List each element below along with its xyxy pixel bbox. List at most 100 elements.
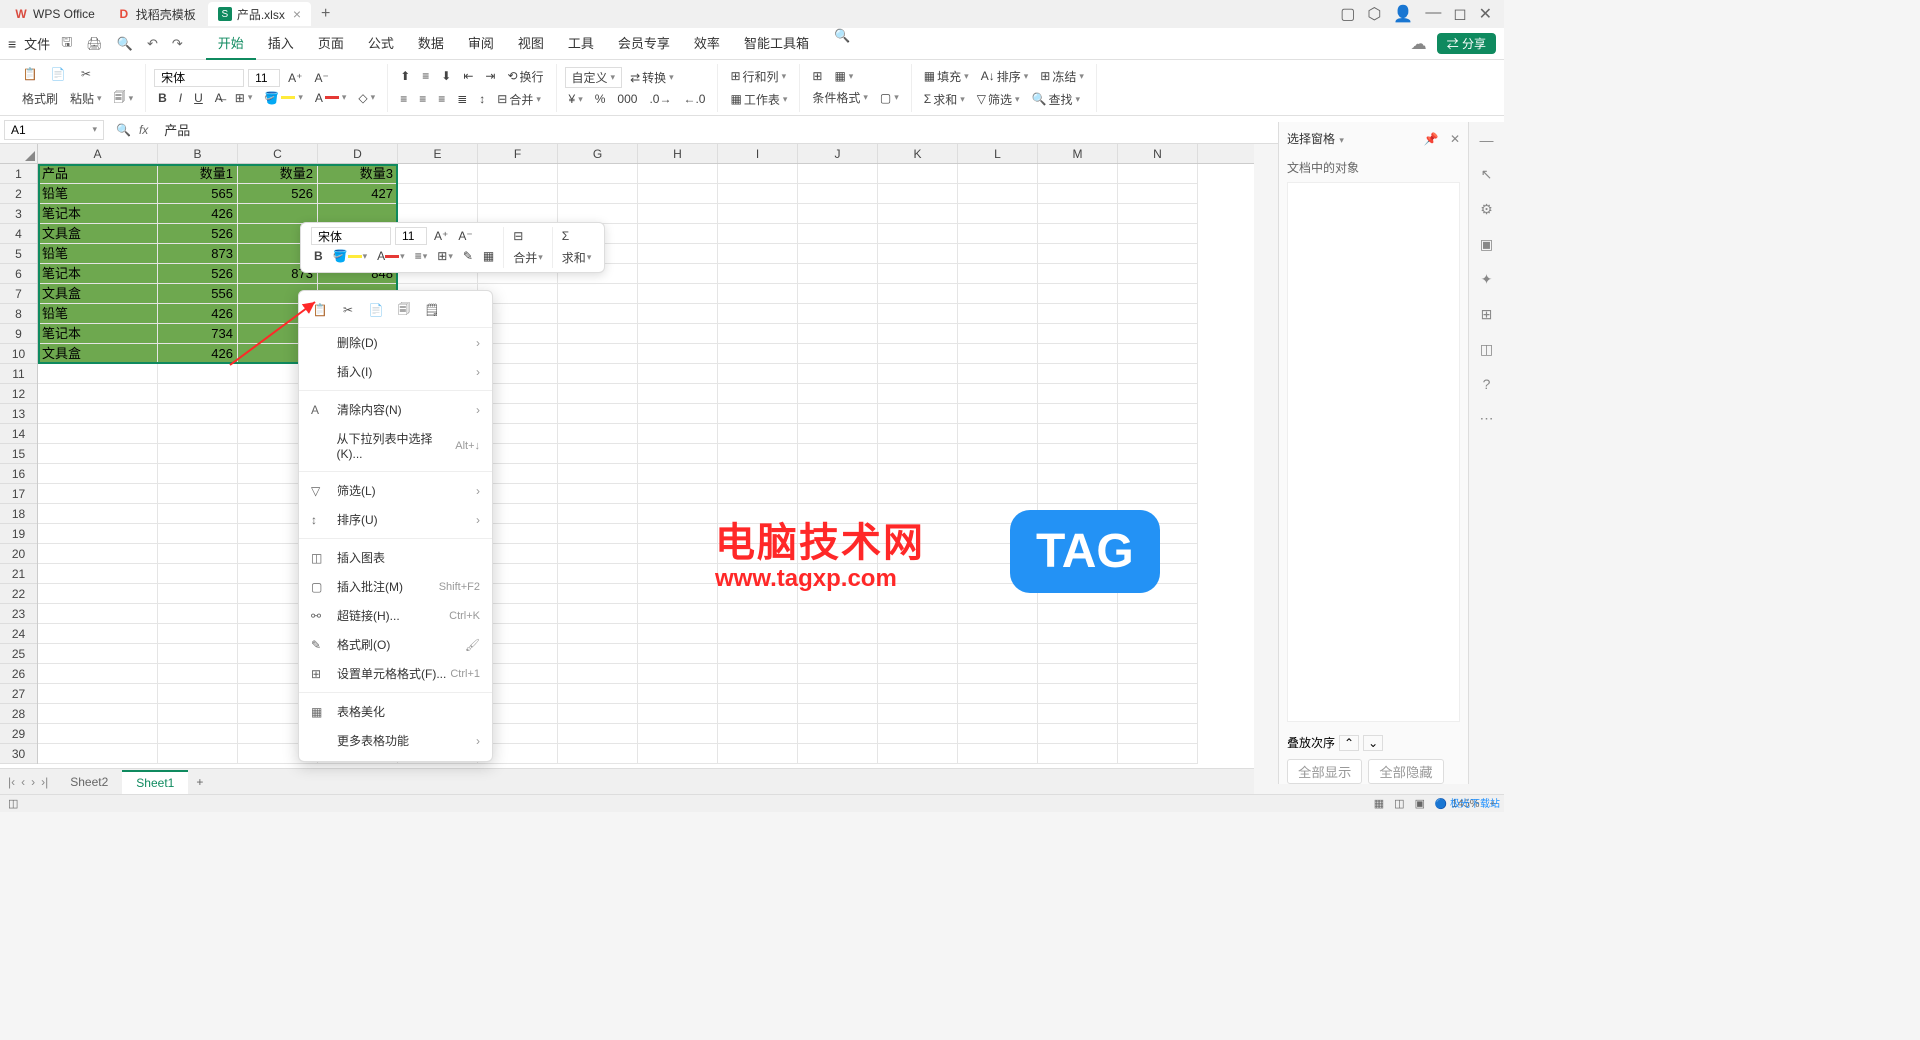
sheet-first-icon[interactable]: |‹ (8, 775, 15, 789)
cell[interactable] (1118, 504, 1198, 524)
find-button[interactable]: 🔍 查找▾ (1028, 89, 1085, 110)
cell[interactable] (958, 304, 1038, 324)
cell[interactable] (638, 304, 718, 324)
mini-font-select[interactable] (311, 227, 391, 245)
cell[interactable] (958, 184, 1038, 204)
ctx-paste-values-icon[interactable]: 🗒 (423, 301, 441, 319)
cell[interactable]: 427 (318, 184, 398, 204)
sheet-next-icon[interactable]: › (31, 775, 35, 789)
cell[interactable] (158, 524, 238, 544)
cell[interactable] (958, 704, 1038, 724)
cell[interactable]: 文具盒 (38, 344, 158, 364)
mini-size-select[interactable] (395, 227, 427, 245)
cell[interactable] (1038, 324, 1118, 344)
cell[interactable] (158, 544, 238, 564)
cell[interactable] (1038, 604, 1118, 624)
cell[interactable] (1118, 444, 1198, 464)
increase-font-button[interactable]: A⁺ (284, 69, 306, 87)
rows-cols-button[interactable]: ⊞ 行和列▾ (726, 66, 790, 87)
cell[interactable] (558, 364, 638, 384)
cut-button[interactable]: ✂ (74, 64, 98, 84)
tab-page[interactable]: 页面 (306, 28, 356, 60)
row-header[interactable]: 1 (0, 164, 37, 184)
strike-button[interactable]: A̶ (211, 89, 227, 107)
mini-sum-button[interactable]: Σ (559, 227, 595, 245)
cell[interactable] (558, 464, 638, 484)
cell[interactable] (878, 364, 958, 384)
ctx-menu-item[interactable]: ▽筛选(L)› (299, 476, 492, 505)
cell[interactable] (958, 384, 1038, 404)
cell[interactable] (558, 664, 638, 684)
cell[interactable] (1038, 304, 1118, 324)
cell[interactable] (958, 744, 1038, 764)
ctx-menu-item[interactable]: 更多表格功能› (299, 726, 492, 755)
cell[interactable] (638, 484, 718, 504)
cell[interactable]: 产品 (38, 164, 158, 184)
cell[interactable] (718, 304, 798, 324)
col-header[interactable]: D (318, 144, 398, 163)
cell[interactable] (558, 644, 638, 664)
cell[interactable] (558, 384, 638, 404)
cell[interactable] (878, 624, 958, 644)
cell[interactable] (958, 264, 1038, 284)
cell[interactable] (798, 344, 878, 364)
cell[interactable] (158, 704, 238, 724)
cell[interactable] (878, 644, 958, 664)
tab-insert[interactable]: 插入 (256, 28, 306, 60)
row-header[interactable]: 19 (0, 524, 37, 544)
cell[interactable] (798, 564, 878, 584)
cell[interactable] (798, 404, 878, 424)
col-header[interactable]: H (638, 144, 718, 163)
cell[interactable] (1038, 384, 1118, 404)
cell[interactable] (718, 724, 798, 744)
cell[interactable] (958, 504, 1038, 524)
cell[interactable] (38, 384, 158, 404)
indent-dec-button[interactable]: ⇤ (459, 67, 477, 85)
cell[interactable] (638, 404, 718, 424)
new-tab-button[interactable]: + (313, 5, 338, 23)
cell[interactable] (798, 364, 878, 384)
row-header[interactable]: 10 (0, 344, 37, 364)
cell[interactable] (638, 704, 718, 724)
cell[interactable] (718, 644, 798, 664)
cell[interactable] (558, 524, 638, 544)
cell[interactable] (718, 404, 798, 424)
percent-button[interactable]: % (591, 90, 610, 108)
cell[interactable] (558, 584, 638, 604)
cell[interactable] (798, 504, 878, 524)
cell[interactable] (38, 364, 158, 384)
border-button[interactable]: ⊞▾ (231, 89, 257, 107)
font-size-select[interactable] (248, 69, 280, 87)
ctx-menu-item[interactable]: A清除内容(N)› (299, 395, 492, 424)
pin-icon[interactable]: 📌 (1424, 132, 1439, 146)
view-normal-icon[interactable]: ▦ (1374, 797, 1384, 810)
cloud-icon[interactable]: ☁ (1411, 34, 1427, 54)
cell[interactable] (158, 564, 238, 584)
cell[interactable] (718, 624, 798, 644)
cell[interactable] (38, 664, 158, 684)
cell[interactable] (958, 204, 1038, 224)
cell[interactable] (158, 724, 238, 744)
cell[interactable] (718, 504, 798, 524)
name-box[interactable]: A1 ▾ (4, 120, 104, 140)
cell[interactable]: 873 (158, 244, 238, 264)
cell[interactable] (1038, 724, 1118, 744)
cell[interactable] (958, 524, 1038, 544)
cell[interactable]: 铅笔 (38, 244, 158, 264)
cell[interactable] (1118, 204, 1198, 224)
cell[interactable] (158, 604, 238, 624)
cell[interactable] (1118, 744, 1198, 764)
mini-font-color-button[interactable]: A▾ (374, 247, 408, 265)
cell[interactable] (478, 164, 558, 184)
cell[interactable] (1038, 664, 1118, 684)
cell[interactable] (878, 324, 958, 344)
cell[interactable] (718, 164, 798, 184)
number-format-select[interactable]: 自定义 ▾ (565, 67, 623, 88)
cell[interactable] (1038, 504, 1118, 524)
row-header[interactable]: 22 (0, 584, 37, 604)
cell[interactable] (718, 204, 798, 224)
cell[interactable] (1118, 164, 1198, 184)
col-header[interactable]: E (398, 144, 478, 163)
redo-icon[interactable]: ↷ (169, 36, 186, 52)
share-button[interactable]: ⇄ 分享 (1437, 33, 1496, 54)
